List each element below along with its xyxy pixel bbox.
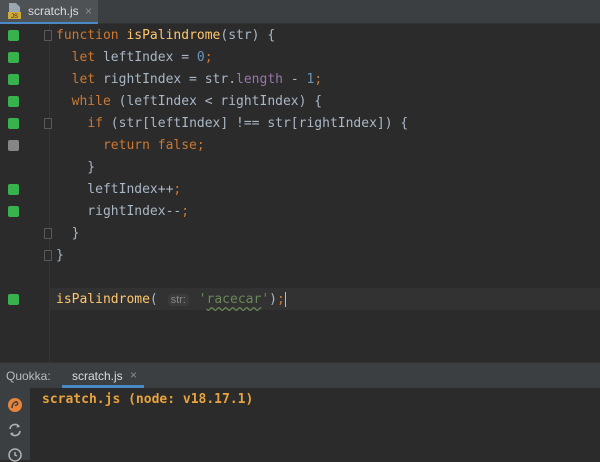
code-text: isPalindrome( str: 'racecar'); bbox=[56, 289, 286, 311]
code-token: return false; bbox=[102, 138, 205, 153]
code-line[interactable]: rightIndex--; bbox=[0, 201, 600, 223]
coverage-covered-indicator bbox=[8, 96, 19, 107]
js-file-icon: JS bbox=[8, 3, 21, 19]
code-line[interactable]: while (leftIndex < rightIndex) { bbox=[0, 91, 600, 113]
code-text: return false; bbox=[56, 135, 205, 157]
code-line[interactable]: function isPalindrome(str) { bbox=[0, 25, 600, 47]
tab-scratch-js[interactable]: JS scratch.js × bbox=[0, 0, 98, 24]
code-token: length bbox=[236, 72, 283, 87]
code-token: (str[leftIndex] !== str[rightIndex]) { bbox=[110, 116, 409, 131]
code-token: let bbox=[71, 50, 103, 65]
code-line[interactable]: let rightIndex = str.length - 1; bbox=[0, 69, 600, 91]
code-text: let leftIndex = 0; bbox=[56, 47, 213, 69]
code-text: } bbox=[56, 223, 80, 245]
editor-tab-bar: JS scratch.js × bbox=[0, 0, 600, 24]
coverage-covered-indicator bbox=[8, 30, 19, 41]
code-token: ; bbox=[314, 72, 323, 87]
fold-marker-icon[interactable] bbox=[44, 30, 52, 41]
code-editor[interactable]: function isPalindrome(str) { let leftInd… bbox=[0, 24, 600, 362]
code-text: rightIndex--; bbox=[56, 201, 189, 223]
quokka-toolbar bbox=[0, 388, 30, 462]
coverage-covered-indicator bbox=[8, 52, 19, 63]
code-token: 0 bbox=[196, 50, 205, 65]
fold-marker-icon[interactable] bbox=[44, 250, 52, 261]
code-line[interactable] bbox=[0, 267, 600, 289]
code-token: ; bbox=[204, 50, 213, 65]
code-text: let rightIndex = str.length - 1; bbox=[56, 69, 322, 91]
code-text: if (str[leftIndex] !== str[rightIndex]) … bbox=[56, 113, 408, 135]
quokka-panel-title: Quokka: bbox=[6, 369, 51, 383]
quokka-logo-icon[interactable] bbox=[7, 397, 23, 413]
fold-marker-icon[interactable] bbox=[44, 118, 52, 129]
code-token: let bbox=[71, 72, 103, 87]
code-line[interactable]: if (str[leftIndex] !== str[rightIndex]) … bbox=[0, 113, 600, 135]
close-icon[interactable]: × bbox=[85, 4, 92, 18]
code-token: ; bbox=[181, 204, 190, 219]
code-token: } bbox=[56, 248, 64, 263]
code-line[interactable]: leftIndex++; bbox=[0, 179, 600, 201]
close-icon[interactable]: × bbox=[130, 368, 137, 382]
code-token: rightIndex = str. bbox=[102, 72, 237, 87]
code-token: rightIndex-- bbox=[56, 204, 182, 219]
quokka-output-text: scratch.js (node: v18.17.1) bbox=[42, 392, 254, 407]
code-token: isPalindrome bbox=[126, 28, 221, 43]
code-token: leftIndex++ bbox=[56, 182, 174, 197]
tab-label: scratch.js bbox=[28, 4, 79, 18]
code-line[interactable]: let leftIndex = 0; bbox=[0, 47, 600, 69]
code-token: while bbox=[71, 94, 119, 109]
code-token: (leftIndex < rightIndex) { bbox=[118, 94, 323, 109]
code-text: } bbox=[56, 157, 95, 179]
code-line[interactable]: return false; bbox=[0, 135, 600, 157]
coverage-covered-indicator bbox=[8, 294, 19, 305]
parameter-hint: str: bbox=[167, 294, 189, 306]
refresh-icon[interactable] bbox=[7, 422, 23, 438]
code-token: racecar bbox=[206, 292, 262, 307]
code-token: ' bbox=[190, 292, 207, 307]
text-caret bbox=[284, 292, 286, 307]
code-token: function bbox=[56, 28, 127, 43]
coverage-covered-indicator bbox=[8, 184, 19, 195]
quokka-tab-scratch-js[interactable]: scratch.js × bbox=[62, 363, 144, 388]
code-token: ) bbox=[269, 292, 277, 307]
code-token: (str) { bbox=[220, 28, 276, 43]
quokka-panel-header: Quokka: scratch.js × bbox=[0, 362, 600, 388]
code-token: } bbox=[56, 226, 80, 241]
code-token: } bbox=[56, 160, 96, 175]
coverage-covered-indicator bbox=[8, 206, 19, 217]
coverage-covered-indicator bbox=[8, 118, 19, 129]
coverage-covered-indicator bbox=[8, 74, 19, 85]
code-token: ; bbox=[276, 292, 285, 307]
code-text: while (leftIndex < rightIndex) { bbox=[56, 91, 322, 113]
code-token: if bbox=[87, 116, 111, 131]
fold-marker-icon[interactable] bbox=[44, 228, 52, 239]
quokka-output-panel: scratch.js (node: v18.17.1) bbox=[0, 388, 600, 462]
quokka-tab-label: scratch.js bbox=[72, 369, 123, 383]
code-line[interactable]: } bbox=[0, 245, 600, 267]
svg-text:JS: JS bbox=[11, 14, 18, 19]
code-token: leftIndex = bbox=[102, 50, 197, 65]
code-token: isPalindrome bbox=[56, 292, 150, 307]
code-line[interactable]: } bbox=[0, 223, 600, 245]
code-token: ( bbox=[149, 292, 166, 307]
code-token: - bbox=[283, 72, 307, 87]
code-text: } bbox=[56, 245, 64, 267]
code-text: leftIndex++; bbox=[56, 179, 181, 201]
code-text: function isPalindrome(str) { bbox=[56, 25, 275, 47]
code-line[interactable]: } bbox=[0, 157, 600, 179]
code-line[interactable]: isPalindrome( str: 'racecar'); bbox=[0, 289, 600, 311]
coverage-uncovered-indicator bbox=[8, 140, 19, 151]
code-token: ; bbox=[173, 182, 182, 197]
code-token: ' bbox=[261, 292, 270, 307]
